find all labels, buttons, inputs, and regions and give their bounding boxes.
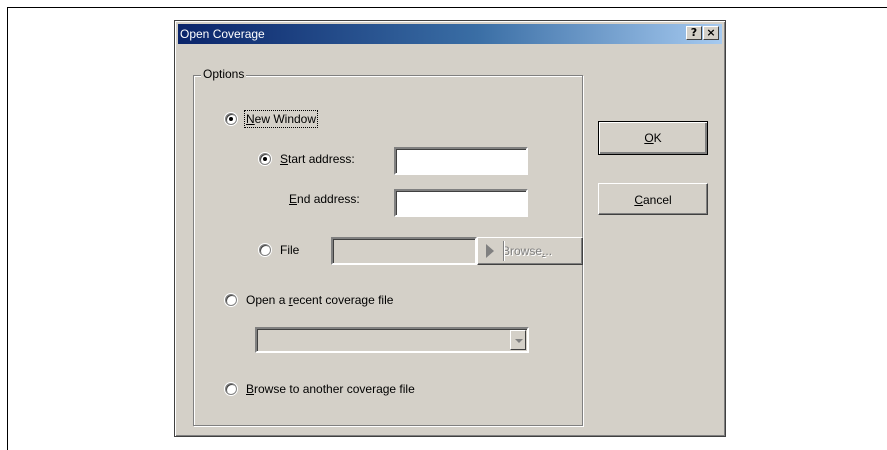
help-icon: ?: [690, 26, 698, 39]
file-label: File: [280, 243, 300, 257]
new-window-radio[interactable]: New Window: [225, 110, 319, 128]
open-coverage-dialog: Open Coverage ? × Options New Window Sta…: [174, 20, 726, 437]
dialog-title: Open Coverage: [180, 27, 265, 41]
cancel-button[interactable]: Cancel: [598, 183, 708, 215]
start-address-label: Start address:: [280, 152, 355, 166]
start-address-radio[interactable]: Start address:: [259, 152, 355, 166]
title-bar[interactable]: Open Coverage ? ×: [178, 24, 722, 44]
ok-button[interactable]: OK: [598, 121, 708, 155]
chevron-down-icon: [515, 339, 523, 343]
open-recent-radio[interactable]: Open a recent coverage file: [225, 293, 393, 307]
end-address-input[interactable]: [394, 189, 528, 217]
close-icon: ×: [706, 26, 716, 39]
recent-coverage-combo[interactable]: [255, 327, 529, 353]
play-arrow-icon: [486, 244, 494, 258]
new-window-radio-button[interactable]: [225, 113, 237, 125]
browse-another-label: Browse to another coverage file: [246, 382, 415, 396]
start-address-radio-button[interactable]: [259, 153, 271, 165]
browse-button[interactable]: Browse...: [477, 237, 583, 265]
file-path-input[interactable]: [331, 237, 477, 265]
file-radio[interactable]: File: [259, 243, 299, 257]
open-recent-label: Open a recent coverage file: [246, 293, 394, 307]
options-group-label: Options: [201, 67, 247, 81]
end-address-label: End address:: [289, 192, 360, 206]
close-button[interactable]: ×: [703, 26, 719, 40]
combo-dropdown-button[interactable]: [510, 330, 526, 350]
new-window-label: New Window: [243, 110, 319, 128]
help-button[interactable]: ?: [686, 26, 702, 40]
browse-another-radio-button[interactable]: [225, 383, 237, 395]
open-recent-radio-button[interactable]: [225, 294, 237, 306]
browse-button-label: Browse...: [502, 244, 553, 258]
file-radio-button[interactable]: [259, 244, 271, 256]
start-address-input[interactable]: [394, 147, 528, 175]
browse-another-radio[interactable]: Browse to another coverage file: [225, 382, 415, 396]
browse-separator: [503, 241, 504, 261]
ok-button-label: OK: [644, 131, 662, 145]
cancel-button-label: Cancel: [634, 193, 672, 207]
